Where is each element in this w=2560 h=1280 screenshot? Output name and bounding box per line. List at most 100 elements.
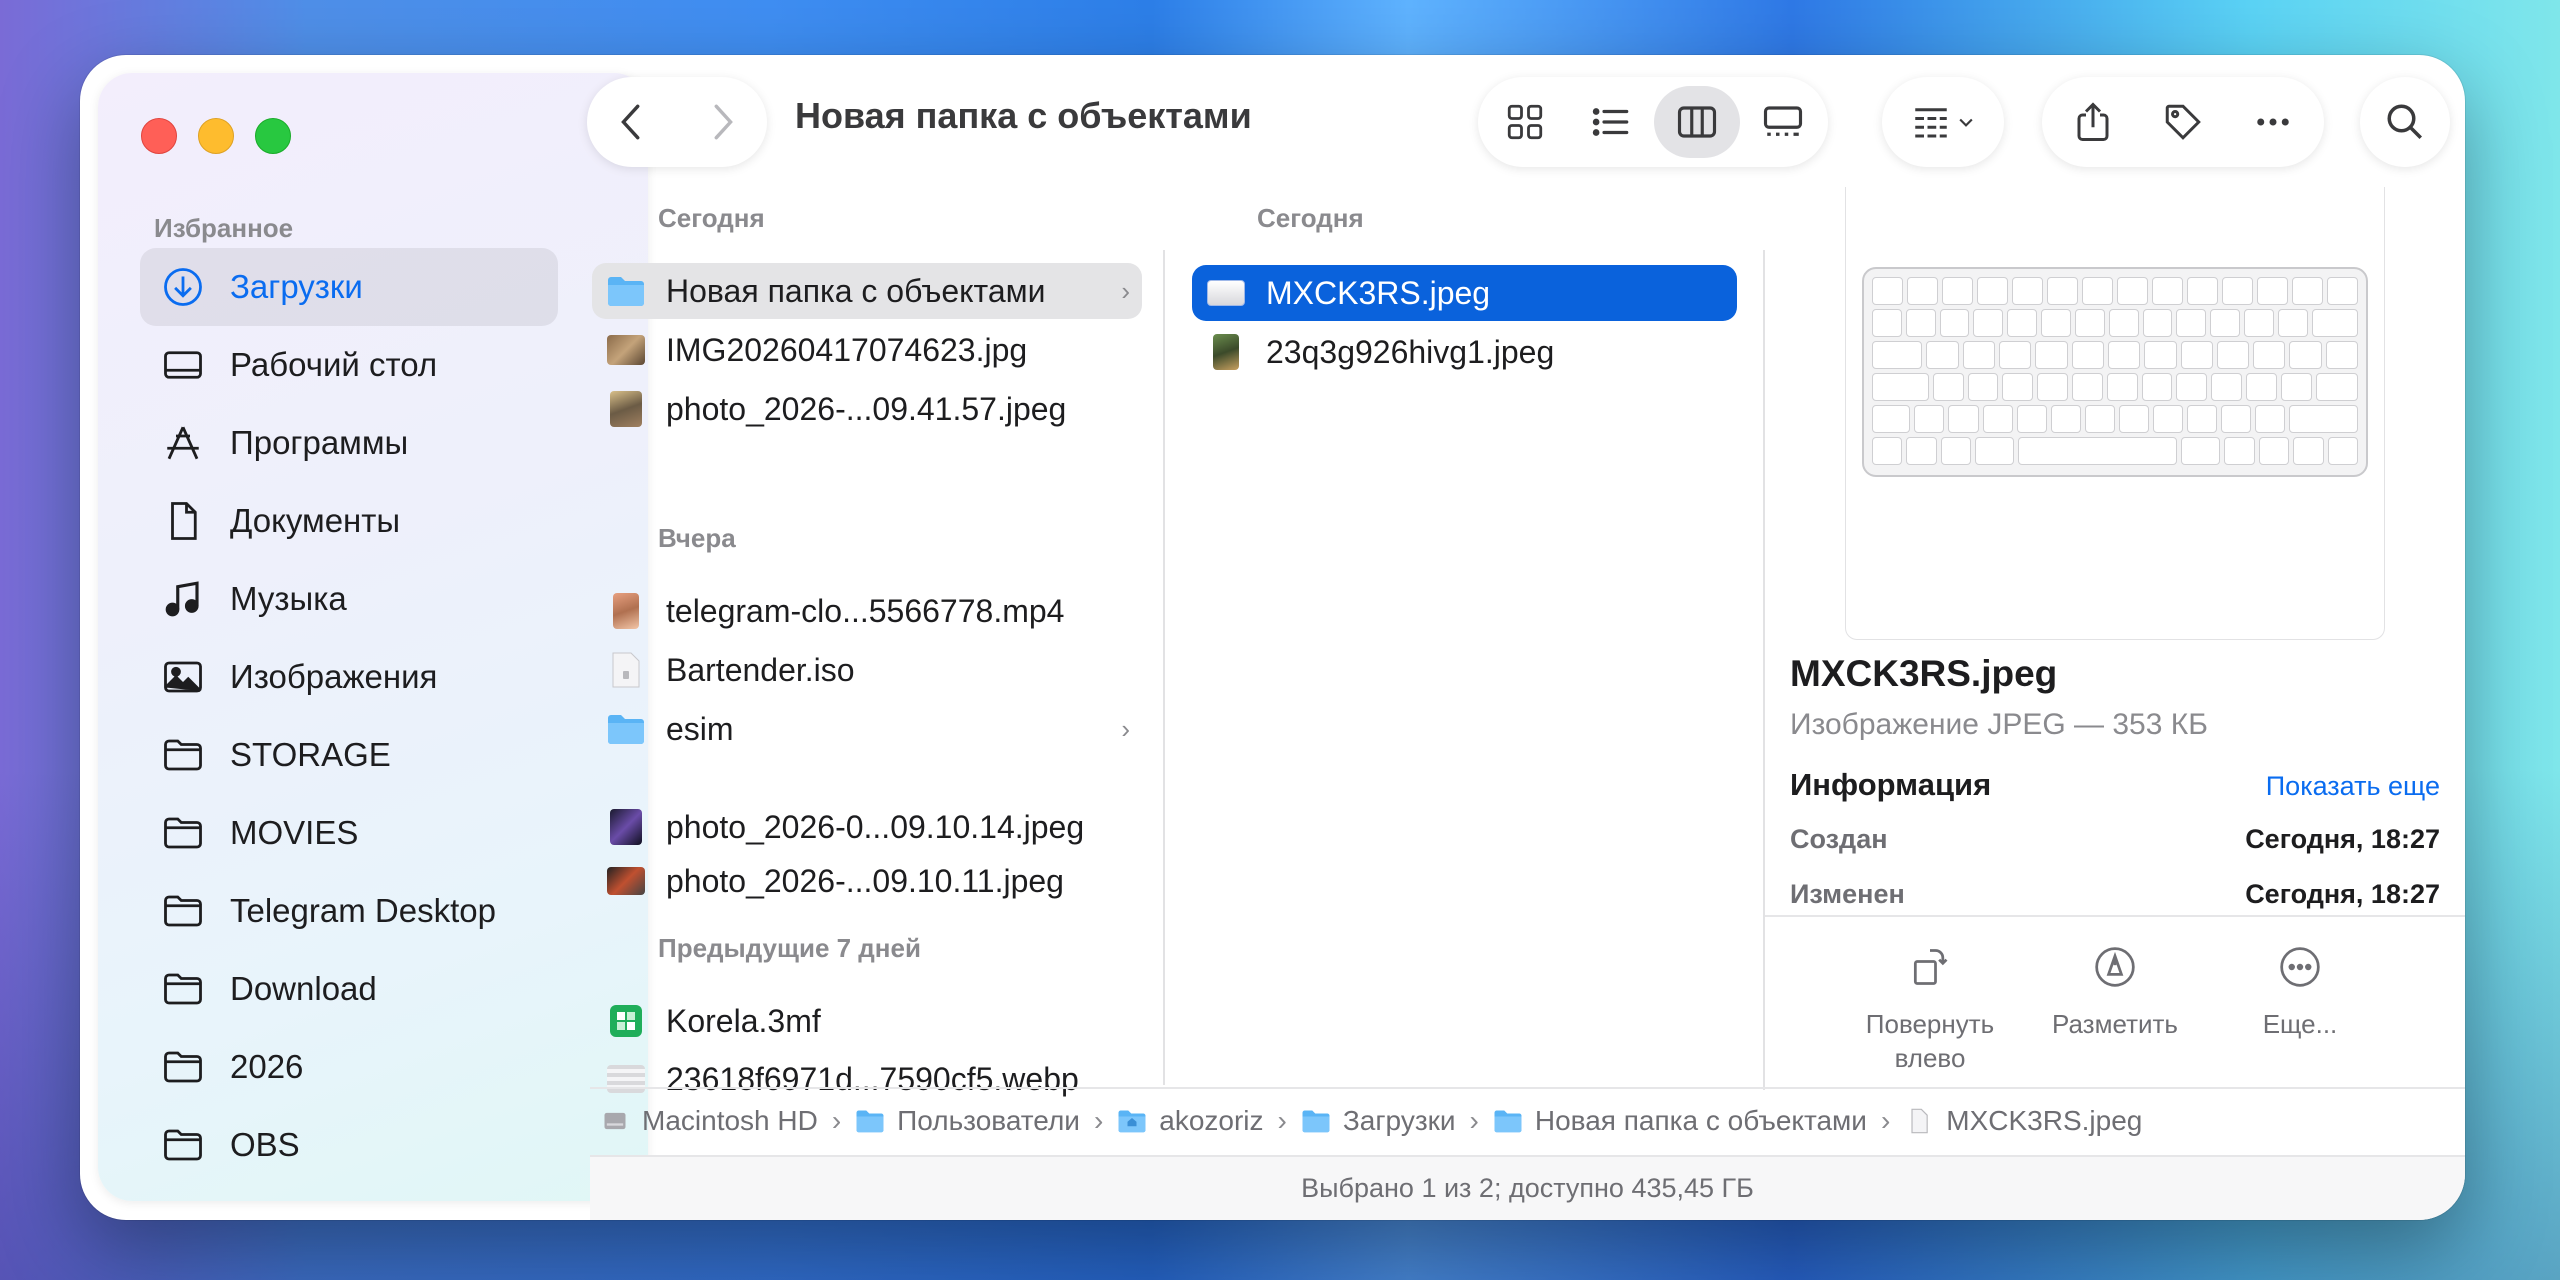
sidebar-item-label: Музыка bbox=[230, 580, 347, 617]
back-button[interactable] bbox=[587, 77, 677, 167]
action-label: Повернуть bbox=[1865, 1009, 1995, 1039]
sidebar-item-2026[interactable]: 2026 bbox=[140, 1028, 558, 1106]
gallery-view-button[interactable] bbox=[1740, 86, 1826, 158]
file-name: Korela.3mf bbox=[666, 1002, 821, 1039]
zoom-button[interactable] bbox=[255, 118, 291, 154]
sidebar-item-desktop[interactable]: Рабочий стол bbox=[140, 326, 558, 404]
divider bbox=[1765, 915, 2465, 917]
chevron-left-icon bbox=[621, 104, 640, 140]
icon-view-button[interactable] bbox=[1482, 86, 1568, 158]
action-label: Еще... bbox=[2262, 1009, 2338, 1039]
sidebar-item-label: Программы bbox=[230, 424, 409, 461]
info-row-modified: Изменен Сегодня, 18:27 bbox=[1790, 879, 2440, 910]
list-item[interactable]: esim › bbox=[592, 701, 1142, 757]
sidebar-item-applications[interactable]: Программы bbox=[140, 404, 558, 482]
path-label: Новая папка с объектами bbox=[1534, 1105, 1867, 1136]
list-item[interactable]: MXCK3RS.jpeg bbox=[1192, 265, 1737, 321]
markup-button[interactable]: Разметить bbox=[2025, 945, 2205, 1041]
document-icon bbox=[1911, 1108, 1929, 1134]
more-button[interactable] bbox=[2228, 86, 2318, 158]
keyboard-image bbox=[1862, 267, 2368, 477]
path-item-file[interactable]: MXCK3RS.jpeg bbox=[1904, 1105, 2142, 1137]
list-item[interactable]: photo_2026-...09.41.57.jpeg bbox=[592, 381, 1142, 437]
share-icon bbox=[2077, 102, 2109, 141]
forward-button[interactable] bbox=[677, 77, 767, 167]
list-item[interactable]: telegram-clo...5566778.mp4 bbox=[592, 583, 1142, 639]
group-label-yesterday: Вчера bbox=[658, 523, 736, 553]
column-view-button[interactable] bbox=[1654, 86, 1740, 158]
tag-button[interactable] bbox=[2138, 86, 2228, 158]
column-divider[interactable] bbox=[1763, 250, 1765, 1090]
path-item-users[interactable]: Пользователи › bbox=[855, 1105, 1117, 1137]
list-item[interactable]: photo_2026-...09.10.11.jpeg bbox=[592, 853, 1142, 909]
list-item[interactable]: Новая папка с объектами › bbox=[592, 263, 1142, 319]
close-button[interactable] bbox=[141, 118, 177, 154]
sidebar-section-favorites: Избранное bbox=[154, 213, 294, 243]
sidebar-item-obs[interactable]: OBS bbox=[140, 1106, 558, 1184]
gallery-icon bbox=[1763, 106, 1803, 136]
sidebar-item-pictures[interactable]: Изображения bbox=[140, 638, 558, 716]
info-row-created: Создан Сегодня, 18:27 bbox=[1790, 824, 2440, 855]
path-label: Пользователи bbox=[897, 1105, 1080, 1136]
list-item[interactable]: IMG20260417074623.jpg bbox=[592, 322, 1142, 378]
list-icon bbox=[1592, 108, 1629, 136]
3mf-file-icon bbox=[606, 1001, 646, 1041]
show-more-link[interactable]: Показать еще bbox=[2266, 771, 2440, 802]
group-by-menu[interactable] bbox=[1882, 77, 2004, 167]
column-divider[interactable] bbox=[1163, 250, 1165, 1085]
sidebar-item-storage[interactable]: STORAGE bbox=[140, 716, 558, 794]
path-label: akozoriz bbox=[1159, 1105, 1264, 1136]
sidebar-item-label: 2026 bbox=[230, 1048, 304, 1085]
sidebar-item-movies[interactable]: MOVIES bbox=[140, 794, 558, 872]
columns-icon bbox=[1677, 106, 1717, 138]
document-icon bbox=[160, 498, 206, 544]
list-item[interactable]: Bartender.iso bbox=[592, 642, 1142, 698]
file-name: Bartender.iso bbox=[666, 651, 855, 688]
minimize-button[interactable] bbox=[198, 118, 234, 154]
hard-drive-icon bbox=[604, 1112, 626, 1130]
list-view-button[interactable] bbox=[1568, 86, 1654, 158]
file-name: Новая папка с объектами bbox=[666, 272, 1046, 309]
preview-image bbox=[1845, 187, 2385, 640]
folder-icon bbox=[1302, 1110, 1330, 1133]
sidebar-item-label: Изображения bbox=[230, 658, 438, 695]
path-item-downloads[interactable]: Загрузки › bbox=[1301, 1105, 1493, 1137]
navigation-group bbox=[587, 77, 767, 167]
list-item[interactable]: photo_2026-0...09.10.14.jpeg bbox=[592, 799, 1142, 855]
actions-group bbox=[2042, 77, 2324, 167]
view-switcher bbox=[1478, 77, 1828, 167]
chevron-right-icon bbox=[714, 104, 733, 140]
sidebar-item-label: Telegram Desktop bbox=[230, 892, 496, 929]
file-name: photo_2026-...09.41.57.jpeg bbox=[666, 390, 1067, 427]
path-item-new-folder[interactable]: Новая папка с объектами › bbox=[1493, 1105, 1904, 1137]
folder-icon bbox=[606, 271, 646, 311]
sidebar-item-label: Download bbox=[230, 970, 377, 1007]
sidebar-item-music[interactable]: Музыка bbox=[140, 560, 558, 638]
list-item[interactable]: 23q3g926hivg1.jpeg bbox=[1192, 324, 1737, 380]
disk-image-icon bbox=[606, 650, 646, 690]
video-thumbnail bbox=[606, 591, 646, 631]
file-name: MXCK3RS.jpeg bbox=[1266, 274, 1491, 311]
sidebar-item-documents[interactable]: Документы bbox=[140, 482, 558, 560]
image-thumbnail bbox=[606, 330, 646, 370]
action-label: Разметить bbox=[2052, 1009, 2178, 1039]
group-button[interactable] bbox=[1882, 86, 2004, 158]
more-actions-button[interactable]: Еще... bbox=[2210, 945, 2390, 1041]
search-button[interactable] bbox=[2360, 86, 2450, 158]
sidebar-item-downloads[interactable]: Загрузки bbox=[140, 248, 558, 326]
file-name: photo_2026-0...09.10.14.jpeg bbox=[666, 808, 1085, 845]
sidebar-item-download[interactable]: Download bbox=[140, 950, 558, 1028]
info-key: Изменен bbox=[1790, 879, 1905, 909]
path-item-macintosh-hd[interactable]: Macintosh HD › bbox=[600, 1105, 855, 1137]
sidebar-item-telegram-desktop[interactable]: Telegram Desktop bbox=[140, 872, 558, 950]
folder-icon bbox=[606, 709, 646, 749]
folder-icon bbox=[160, 810, 206, 856]
sidebar-item-label: STORAGE bbox=[230, 736, 391, 773]
list-item[interactable]: Korela.3mf bbox=[592, 993, 1142, 1049]
rotate-left-button[interactable]: Повернуть влево bbox=[1840, 945, 2020, 1075]
share-button[interactable] bbox=[2048, 86, 2138, 158]
rotate-left-icon bbox=[1913, 949, 1948, 985]
window-title: Новая папка с объектами bbox=[795, 95, 1252, 136]
folder-icon bbox=[856, 1110, 884, 1133]
path-item-home[interactable]: akozoriz › bbox=[1117, 1105, 1301, 1137]
